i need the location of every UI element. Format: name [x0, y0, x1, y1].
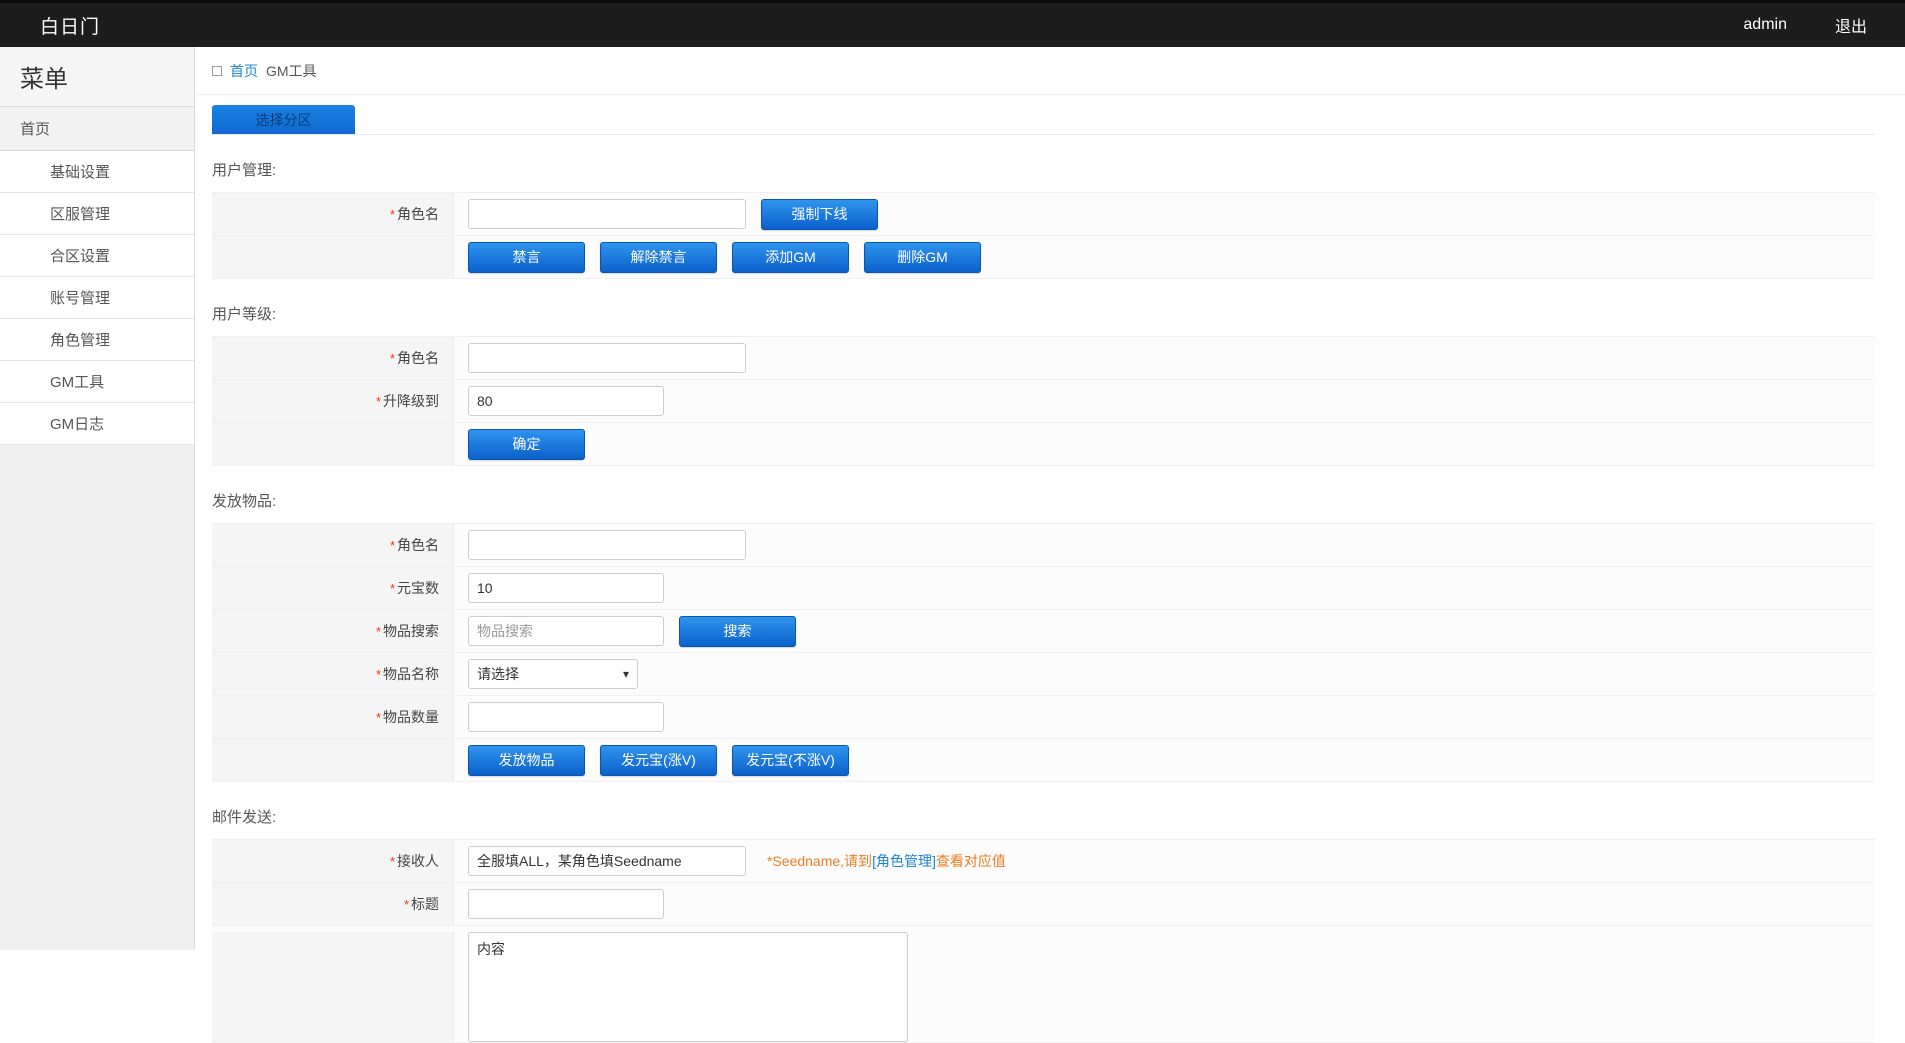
logout-button[interactable]: 退出: [1835, 13, 1867, 37]
required-mark: *: [390, 538, 395, 553]
mail-subject-label: 标题: [411, 894, 439, 914]
breadcrumb: 首页 GM工具: [196, 47, 1905, 95]
give-yuanbao-v-button[interactable]: 发元宝(涨V): [600, 745, 717, 776]
main-area: 首页 GM工具 选择分区 用户管理: * 角色名 强制下线 禁言: [196, 47, 1905, 1043]
sidebar-item-gm-tools[interactable]: GM工具: [0, 361, 194, 403]
sidebar-title: 菜单: [0, 47, 194, 107]
mute-button[interactable]: 禁言: [468, 242, 585, 273]
force-offline-button[interactable]: 强制下线: [761, 199, 878, 230]
breadcrumb-current: GM工具: [266, 61, 317, 81]
form-row: 确定: [212, 423, 1875, 466]
section-title-give-item: 发放物品:: [212, 490, 1875, 511]
level-value-input[interactable]: [468, 386, 664, 416]
form-row: * 角色名: [212, 337, 1875, 380]
give-item-button[interactable]: 发放物品: [468, 745, 585, 776]
role-manage-link[interactable]: [角色管理]: [872, 853, 936, 869]
level-target-label: 升降级到: [383, 391, 439, 411]
mail-form: * 接收人 *Seedname,请到[角色管理]查看对应值 * 标题: [212, 839, 1875, 1043]
form-row: * 标题: [212, 883, 1875, 926]
section-title-user-level: 用户等级:: [212, 303, 1875, 324]
required-mark: *: [390, 581, 395, 596]
sidebar-item-home[interactable]: 首页: [0, 107, 194, 151]
role-name-input[interactable]: [468, 199, 746, 229]
item-qty-input[interactable]: [468, 702, 664, 732]
section-title-mail: 邮件发送:: [212, 806, 1875, 827]
mail-to-input[interactable]: [468, 846, 746, 876]
yuanbao-count-label: 元宝数: [397, 578, 439, 598]
seedname-note: *Seedname,请到[角色管理]查看对应值: [767, 851, 1006, 871]
form-row: 发放物品 发元宝(涨V) 发元宝(不涨V): [212, 739, 1875, 782]
form-row: * 元宝数: [212, 567, 1875, 610]
user-manage-form: * 角色名 强制下线 禁言 解除禁言 添加GM 删除GM: [212, 192, 1875, 279]
zone-select-tab[interactable]: 选择分区: [212, 105, 355, 134]
give-item-form: * 角色名 * 元宝数 * 物品搜索: [212, 523, 1875, 782]
delete-gm-button[interactable]: 删除GM: [864, 242, 981, 273]
form-row: * 角色名: [212, 524, 1875, 567]
sidebar-item-server-manage[interactable]: 区服管理: [0, 193, 194, 235]
form-row: * 物品名称 请选择 ▾: [212, 653, 1875, 696]
required-mark: *: [376, 394, 381, 409]
breadcrumb-home-link[interactable]: 首页: [230, 61, 258, 81]
username-menu[interactable]: admin: [1743, 16, 1787, 34]
item-name-select-value: 请选择: [477, 664, 519, 684]
section-title-user-manage: 用户管理:: [212, 159, 1875, 180]
role-name-label: 角色名: [397, 204, 439, 224]
tab-underline: [212, 134, 1875, 135]
form-row: * 物品数量: [212, 696, 1875, 739]
sidebar-item-account-manage[interactable]: 账号管理: [0, 277, 194, 319]
user-level-form: * 角色名 * 升降级到 确定: [212, 336, 1875, 466]
role-name-label: 角色名: [397, 535, 439, 555]
mail-subject-input[interactable]: [468, 889, 664, 919]
seedname-note-pre: *Seedname,请到: [767, 853, 872, 869]
mail-to-label: 接收人: [397, 851, 439, 871]
item-role-name-input[interactable]: [468, 530, 746, 560]
form-row: * 角色名 强制下线: [212, 193, 1875, 236]
yuanbao-count-input[interactable]: [468, 573, 664, 603]
sidebar-item-gm-logs[interactable]: GM日志: [0, 403, 194, 445]
item-name-label: 物品名称: [383, 664, 439, 684]
form-row: * 升降级到: [212, 380, 1875, 423]
required-mark: *: [390, 207, 395, 222]
required-mark: *: [376, 710, 381, 725]
confirm-button[interactable]: 确定: [468, 429, 585, 460]
required-mark: *: [376, 667, 381, 682]
topbar: 白日门 admin 退出: [0, 0, 1905, 47]
item-qty-label: 物品数量: [383, 707, 439, 727]
required-mark: *: [376, 624, 381, 639]
sidebar-item-role-manage[interactable]: 角色管理: [0, 319, 194, 361]
home-icon: [212, 66, 222, 76]
give-yuanbao-nv-button[interactable]: 发元宝(不涨V): [732, 745, 849, 776]
chevron-down-icon: ▾: [623, 667, 629, 681]
required-mark: *: [390, 854, 395, 869]
sidebar-item-merge-settings[interactable]: 合区设置: [0, 235, 194, 277]
form-row: * 物品搜索 搜索: [212, 610, 1875, 653]
required-mark: *: [404, 897, 409, 912]
add-gm-button[interactable]: 添加GM: [732, 242, 849, 273]
sidebar-item-basic-settings[interactable]: 基础设置: [0, 151, 194, 193]
form-row: 禁言 解除禁言 添加GM 删除GM: [212, 236, 1875, 279]
role-name-label: 角色名: [397, 348, 439, 368]
level-role-name-input[interactable]: [468, 343, 746, 373]
required-mark: *: [390, 351, 395, 366]
form-row: * 接收人 *Seedname,请到[角色管理]查看对应值: [212, 840, 1875, 883]
item-search-input[interactable]: [468, 616, 664, 646]
item-name-select[interactable]: 请选择 ▾: [468, 659, 638, 689]
search-button[interactable]: 搜索: [679, 616, 796, 647]
mail-content-textarea[interactable]: 内容: [468, 932, 908, 1042]
form-row: 内容: [212, 926, 1875, 1043]
sidebar: 菜单 首页 基础设置 区服管理 合区设置 账号管理 角色管理 GM工具 GM日志: [0, 47, 195, 950]
app-title: 白日门: [40, 12, 100, 39]
item-search-label: 物品搜索: [383, 621, 439, 641]
unmute-button[interactable]: 解除禁言: [600, 242, 717, 273]
seedname-note-post: 查看对应值: [936, 853, 1006, 869]
